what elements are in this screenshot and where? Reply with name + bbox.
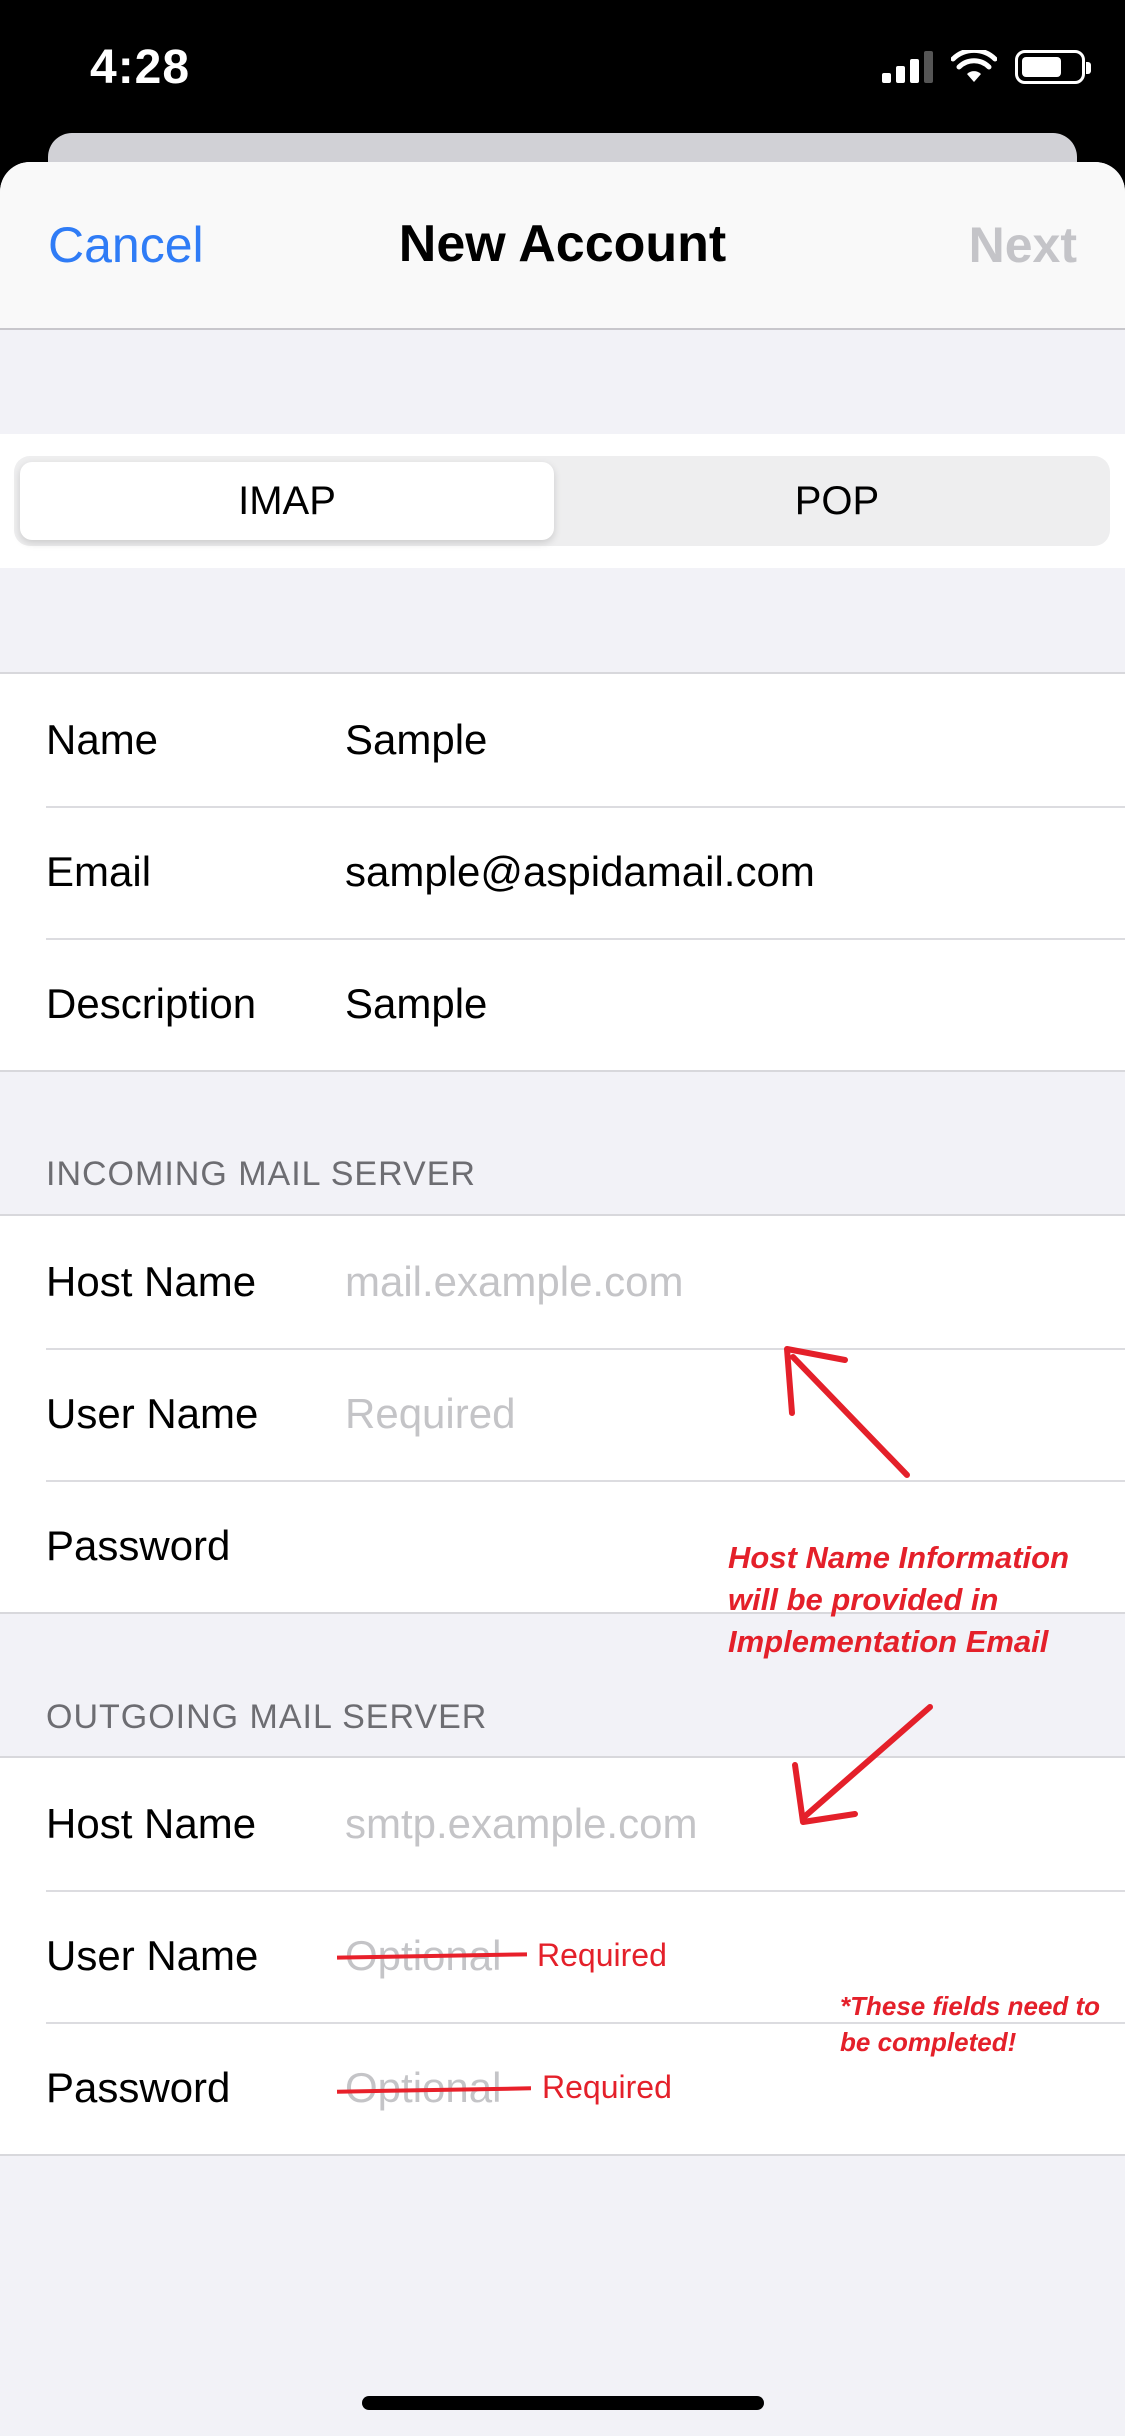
incoming-server-header: INCOMING MAIL SERVER bbox=[46, 1155, 476, 1193]
outgoing-host-label: Host Name bbox=[46, 1800, 257, 1847]
cancel-button[interactable]: Cancel bbox=[48, 216, 204, 274]
incoming-user-label: User Name bbox=[46, 1390, 259, 1437]
protocol-selector: IMAP POP bbox=[0, 434, 1125, 568]
navigation-bar: Cancel New Account Next bbox=[0, 162, 1125, 330]
email-field[interactable]: sample@aspidamail.com bbox=[345, 806, 815, 938]
segmented-control: IMAP POP bbox=[14, 456, 1110, 546]
name-field[interactable]: Sample bbox=[345, 674, 487, 806]
outgoing-password-required-note: Required bbox=[542, 2069, 672, 2105]
status-time: 4:28 bbox=[90, 41, 191, 94]
email-label: Email bbox=[46, 848, 152, 895]
email-row[interactable]: Email sample@aspidamail.com bbox=[0, 806, 1125, 938]
outgoing-user-label: User Name bbox=[46, 1932, 259, 1979]
incoming-host-label: Host Name bbox=[46, 1258, 257, 1305]
wifi-icon bbox=[951, 50, 997, 82]
outgoing-user-field[interactable]: Optional bbox=[336, 1890, 528, 2022]
outgoing-server-group: Host Name smtp.example.com User Name Opt… bbox=[0, 1756, 1125, 2156]
status-icons bbox=[882, 50, 1091, 84]
outgoing-host-row[interactable]: Host Name smtp.example.com bbox=[0, 1758, 1125, 1890]
home-indicator bbox=[362, 2396, 764, 2410]
description-row[interactable]: Description Sample bbox=[0, 938, 1125, 1070]
outgoing-host-field[interactable]: smtp.example.com bbox=[345, 1758, 697, 1890]
outgoing-password-field[interactable]: Optional bbox=[336, 2022, 532, 2154]
next-button[interactable]: Next bbox=[969, 216, 1077, 274]
description-field[interactable]: Sample bbox=[345, 938, 487, 1070]
outgoing-user-required-note: Required bbox=[537, 1937, 667, 1973]
imap-segment[interactable]: IMAP bbox=[20, 462, 554, 540]
pop-segment[interactable]: POP bbox=[570, 462, 1104, 540]
incoming-password-label: Password bbox=[46, 1522, 231, 1569]
incoming-host-row[interactable]: Host Name mail.example.com bbox=[0, 1216, 1125, 1348]
incoming-user-row[interactable]: User Name Required bbox=[0, 1348, 1125, 1480]
description-label: Description bbox=[46, 980, 257, 1027]
status-bar: 4:28 bbox=[0, 0, 1125, 135]
host-info-annotation: Host Name Information will be provided i… bbox=[728, 1540, 1070, 1659]
name-label: Name bbox=[46, 716, 159, 763]
account-info-group: Name Sample Email sample@aspidamail.com … bbox=[0, 672, 1125, 1072]
cellular-signal-icon bbox=[882, 51, 933, 83]
battery-icon bbox=[1015, 50, 1091, 84]
name-row[interactable]: Name Sample bbox=[0, 674, 1125, 806]
incoming-user-field[interactable]: Required bbox=[345, 1348, 515, 1480]
outgoing-password-label: Password bbox=[46, 2064, 231, 2111]
new-account-sheet: Cancel New Account Next IMAP POP Name Sa… bbox=[0, 162, 1125, 2436]
outgoing-server-header: OUTGOING MAIL SERVER bbox=[46, 1698, 488, 1736]
incoming-host-field[interactable]: mail.example.com bbox=[345, 1216, 683, 1348]
required-fields-annotation: *These fields need to be completed! bbox=[840, 1991, 1101, 2057]
